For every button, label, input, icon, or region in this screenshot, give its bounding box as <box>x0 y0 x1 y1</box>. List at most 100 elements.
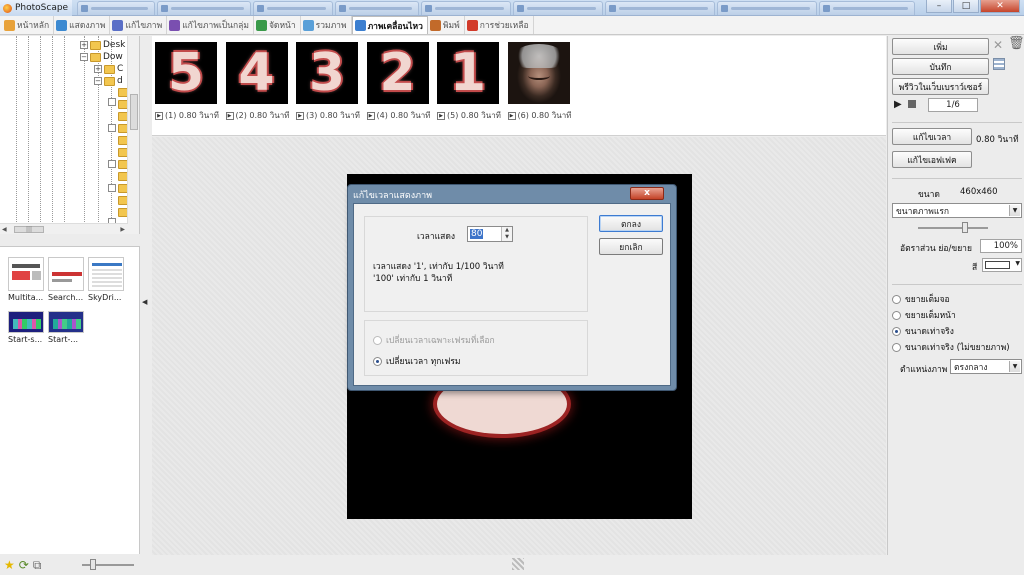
frame-4[interactable]: 2 ▶ (4) 0.80 วินาที <box>366 42 430 122</box>
preview-in-browser-button[interactable]: พรีวิวในเว็บเบราว์เซอร์ <box>892 78 989 95</box>
background-window-tab[interactable] <box>421 1 511 15</box>
frame-play-icon[interactable]: ▶ <box>507 111 516 120</box>
resize-grip-icon[interactable] <box>512 558 524 570</box>
frame-thumbnail[interactable]: 3 <box>296 42 358 104</box>
size-slider[interactable] <box>918 222 988 233</box>
background-window-tab[interactable] <box>253 1 333 15</box>
frame-thumbnail[interactable]: 2 <box>366 42 429 104</box>
frame-thumbnail[interactable] <box>507 42 570 104</box>
frame-thumbnail[interactable]: 1 <box>437 42 499 104</box>
tree-vertical-scrollbar[interactable] <box>127 36 139 234</box>
ok-button[interactable]: ตกลง <box>599 215 663 232</box>
menu-tab-5[interactable]: จัดหน้า <box>254 16 301 34</box>
background-window-tab[interactable] <box>335 1 419 15</box>
minimize-button[interactable]: – <box>926 0 952 13</box>
thumbnail-item[interactable]: Start-s... <box>8 311 46 344</box>
frame-play-icon[interactable]: ▶ <box>437 111 445 120</box>
view-options-icon[interactable]: ⧉ <box>33 559 42 571</box>
delete-all-icon[interactable]: 🗑 <box>1008 36 1024 51</box>
expand-toggle[interactable] <box>108 184 116 192</box>
duration-value[interactable]: 80 <box>470 229 484 239</box>
frame-2[interactable]: 4 ▶ (2) 0.80 วินาที <box>225 42 289 122</box>
background-window-tab[interactable] <box>717 1 817 15</box>
color-picker[interactable]: ▼ <box>982 258 1022 272</box>
background-window-tab[interactable] <box>77 1 155 15</box>
collapse-panel-icon[interactable]: ◀ <box>142 298 147 306</box>
menu-tab-8[interactable]: พิมพ์ <box>428 16 465 34</box>
tree-node[interactable]: − Dow <box>80 52 123 62</box>
spinner-arrows[interactable]: ▲ ▼ <box>501 227 512 241</box>
fit-option-actual-size[interactable]: ขนาดเท่าจริง <box>892 324 954 338</box>
frame-thumbnail[interactable]: 4 <box>225 42 288 104</box>
expand-toggle[interactable] <box>108 98 116 106</box>
frame-5[interactable]: 1 ▶ (5) 0.80 วินาที <box>437 42 501 122</box>
add-frames-button[interactable]: เพิ่ม <box>892 38 989 55</box>
scroll-left-icon[interactable]: ◀ <box>2 226 7 233</box>
folder-tree[interactable]: + Desk − Dow + C − d ◀ ||| ▶ <box>0 36 140 234</box>
tree-node[interactable]: + Desk <box>80 40 125 50</box>
stop-icon[interactable] <box>908 100 916 108</box>
background-window-tab[interactable] <box>819 1 915 15</box>
radio-button[interactable] <box>892 310 901 320</box>
background-window-tab[interactable] <box>157 1 251 15</box>
fit-option-fill-page[interactable]: ขยายเต็มหน้า <box>892 308 956 322</box>
background-window-tab[interactable] <box>605 1 715 15</box>
expand-toggle[interactable]: + <box>80 41 88 49</box>
tree-node[interactable]: − d <box>94 76 123 86</box>
tree-node[interactable]: + C <box>94 64 123 74</box>
menu-tab-2[interactable]: แสดงภาพ <box>54 16 111 34</box>
thumbnail-item[interactable]: Search... <box>48 257 86 302</box>
frame-play-icon[interactable]: ▶ <box>155 111 163 120</box>
close-window-button[interactable]: ✕ <box>980 0 1020 13</box>
scale-input[interactable]: 100% <box>980 239 1022 253</box>
play-icon[interactable]: ▶ <box>894 99 902 110</box>
option-all-frames[interactable]: เปลี่ยนเวลา ทุกเฟรม <box>373 354 461 368</box>
frame-play-icon[interactable]: ▶ <box>225 111 234 120</box>
thumbnail-size-slider[interactable] <box>82 559 134 570</box>
cancel-button[interactable]: ยกเลิก <box>599 238 663 255</box>
increase-icon[interactable]: ▲ <box>502 227 512 234</box>
expand-toggle[interactable] <box>108 160 116 168</box>
menu-tab-1[interactable]: หน้าหลัก <box>2 16 55 34</box>
favorite-star-icon[interactable]: ★ <box>4 559 15 571</box>
duration-spinner[interactable]: 80 ▲ ▼ <box>467 226 513 242</box>
frame-6[interactable]: ▶ (6) 0.80 วินาที <box>507 42 571 122</box>
save-button[interactable]: บันทึก <box>892 58 989 75</box>
fit-option-fill-screen[interactable]: ขยายเต็มจอ <box>892 292 950 306</box>
frame-1[interactable]: 5 ▶ (1) 0.80 วินาที <box>155 42 219 122</box>
menu-tab-3[interactable]: แก้ไขภาพ <box>110 16 168 34</box>
scroll-thumb[interactable]: ||| <box>14 226 44 233</box>
thumbnail-item[interactable]: SkyDri... <box>88 257 126 302</box>
radio-button[interactable] <box>892 342 901 352</box>
position-select[interactable]: ตรงกลาง ▼ <box>950 359 1022 374</box>
refresh-icon[interactable]: ⟳ <box>19 559 29 571</box>
remove-frame-icon[interactable]: ✕ <box>993 38 1003 52</box>
background-window-tab[interactable] <box>513 1 603 15</box>
thumbnail-item[interactable]: Start-... <box>48 311 86 344</box>
radio-button-selected[interactable] <box>373 356 382 366</box>
frame-list-icon[interactable] <box>993 58 1005 70</box>
menu-tab-4[interactable]: แก้ไขภาพเป็นกลุ่ม <box>167 16 254 34</box>
thumbnail-item[interactable]: Multita... <box>8 257 46 302</box>
frame-3[interactable]: 3 ▶ (3) 0.80 วินาที <box>296 42 360 122</box>
edit-time-button[interactable]: แก้ไขเวลา <box>892 128 972 145</box>
frame-play-icon[interactable]: ▶ <box>296 111 304 120</box>
slider-knob[interactable] <box>962 222 968 233</box>
frame-thumbnail[interactable]: 5 <box>155 42 217 104</box>
expand-toggle[interactable] <box>108 124 116 132</box>
decrease-icon[interactable]: ▼ <box>502 234 512 241</box>
radio-button[interactable] <box>892 294 901 304</box>
scroll-thumb[interactable] <box>130 94 138 130</box>
maximize-button[interactable]: □ <box>953 0 979 13</box>
frame-play-icon[interactable]: ▶ <box>366 111 375 120</box>
menu-tab-7[interactable]: ภาพเคลื่อนไหว <box>351 16 428 34</box>
collapse-toggle[interactable]: − <box>80 53 88 61</box>
radio-button[interactable] <box>373 335 382 345</box>
fit-option-actual-size-no-enlarge[interactable]: ขนาดเท่าจริง (ไม่ขยายภาพ) <box>892 340 1010 354</box>
slider-knob[interactable] <box>90 559 96 570</box>
radio-button-selected[interactable] <box>892 326 901 336</box>
menu-tab-6[interactable]: รวมภาพ <box>301 16 352 34</box>
expand-toggle[interactable]: + <box>94 65 102 73</box>
menu-tab-9[interactable]: การช่วยเหลือ <box>465 16 534 34</box>
scroll-right-icon[interactable]: ▶ <box>120 226 125 233</box>
